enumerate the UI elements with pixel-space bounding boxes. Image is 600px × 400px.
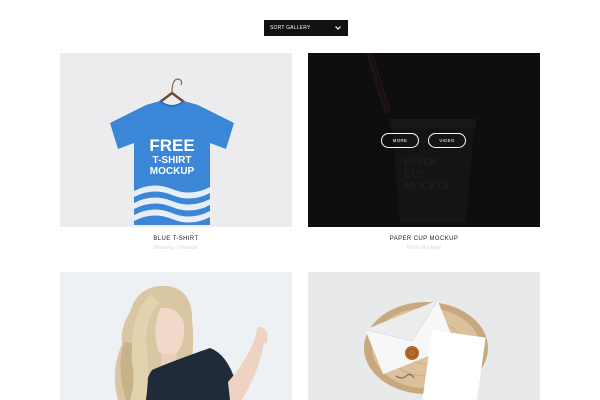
cup-print-line-2: CUP — [404, 168, 425, 180]
tshirt-image: FREE T-SHIRT MOCKUP — [110, 78, 234, 225]
item-category: Branding / Printable — [154, 245, 198, 251]
gallery-item-blue-tshirt[interactable]: FREE T-SHIRT MOCKUP — [60, 53, 292, 227]
caption-blue-tshirt: BLUE T-SHIRT Branding / Printable — [60, 236, 292, 251]
gallery-item-envelope[interactable] — [308, 272, 540, 400]
cup-print-line-3: MOCKUP — [404, 180, 451, 192]
cup-print-line-1: PAPER — [404, 156, 438, 168]
item-title: BLUE T-SHIRT — [153, 236, 199, 242]
gallery-item-paper-cup[interactable]: PAPER CUP MOCKUP MORE VIDEO — [308, 53, 540, 227]
more-button[interactable]: MORE — [381, 133, 419, 148]
tshirt-print-line-2: T-SHIRT — [153, 155, 192, 166]
item-category: Photo Mockups — [406, 245, 442, 251]
tshirt-print-line-3: MOCKUP — [150, 166, 195, 177]
sort-gallery-label: SORT GALLERY — [270, 25, 311, 31]
envelope-image — [308, 272, 540, 400]
item-title: PAPER CUP MOCKUP — [389, 236, 459, 242]
gallery-item-woman-photo[interactable] — [60, 272, 292, 400]
video-button[interactable]: VIDEO — [428, 133, 466, 148]
paper-cup-image: PAPER CUP MOCKUP — [366, 53, 476, 223]
caption-paper-cup: PAPER CUP MOCKUP Photo Mockups — [308, 236, 540, 251]
chevron-down-icon — [334, 24, 342, 32]
sort-gallery-button[interactable]: SORT GALLERY — [264, 20, 348, 36]
woman-photo-image — [60, 272, 292, 400]
tshirt-print-line-1: FREE — [149, 136, 194, 155]
